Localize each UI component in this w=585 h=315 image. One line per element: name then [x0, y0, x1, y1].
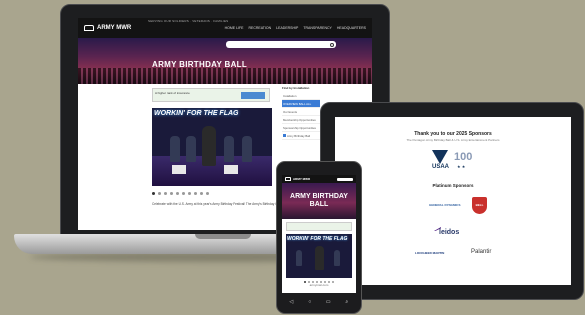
site-navbar: SERVING OUR SOLDIERS · VETERANS · FAMILI… [78, 18, 372, 38]
sidebar-item-overview[interactable]: OVERVIEW BALL ALL [282, 100, 320, 108]
palantir-logo[interactable]: Palantir [471, 249, 491, 255]
topbar-text: SERVING OUR SOLDIERS · VETERANS · FAMILI… [148, 19, 229, 23]
ad-text: A higher rank of insurance [155, 91, 190, 95]
general-dynamics-logo[interactable]: GENERAL DYNAMICS [429, 203, 460, 207]
menu-item[interactable]: HOME LIFE [225, 26, 244, 30]
mobile-footer-text: armymwr.com [309, 283, 329, 287]
installation-select[interactable]: Installation [282, 92, 320, 100]
bell-logo[interactable]: BELL [472, 197, 487, 214]
search-icon[interactable]: ⌕ [343, 300, 351, 305]
site-logo[interactable]: ARMY MWR [84, 25, 131, 31]
usaa-100-text: 100 [454, 151, 473, 163]
carousel-dot[interactable] [152, 192, 155, 195]
mobile-hero: ARMY BIRTHDAY BALL [282, 183, 356, 219]
usaa-logo[interactable]: USAA 100 ★ ★ [432, 150, 476, 172]
singer [202, 126, 216, 166]
sponsors-title: Thank you to our 2025 Sponsors [414, 131, 492, 137]
carousel-dot[interactable] [194, 192, 197, 195]
amp [224, 165, 238, 174]
platinum-title: Platinum Sponsors [432, 183, 474, 188]
menu-item[interactable]: RECREATION [248, 26, 271, 30]
carousel-dot[interactable] [164, 192, 167, 195]
recent-apps-icon[interactable]: ▭ [324, 300, 332, 305]
usaa-stars: ★ ★ [457, 164, 466, 169]
search-input[interactable] [226, 41, 336, 48]
band-member [334, 250, 340, 266]
mobile-ad-banner[interactable] [286, 222, 352, 231]
ad-banner[interactable]: A higher rank of insurance [152, 88, 270, 102]
back-icon[interactable]: ◁ [287, 300, 295, 305]
usaa-text: USAA [432, 164, 450, 170]
page-title: ARMY BIRTHDAY BALL [152, 60, 248, 69]
band-member [296, 250, 302, 266]
menu-item[interactable]: HEADQUARTERS [337, 26, 366, 30]
amp [172, 165, 186, 174]
mobile-navbar: ARMY MWR [282, 175, 356, 183]
band-member [224, 136, 234, 162]
tablet-screen: Thank you to our 2025 Sponsors The Penta… [335, 117, 571, 285]
sidebar: Find by Installation Installation OVERVI… [282, 86, 320, 140]
phone-nav-buttons: ◁ ○ ▭ ⌕ [282, 297, 356, 307]
usaa-eagle-icon [432, 150, 448, 164]
logo-text: ARMY MWR [97, 25, 132, 31]
mobile-search-input[interactable] [337, 177, 353, 181]
band-member [170, 136, 180, 162]
sidebar-item-events[interactable]: Our Events [282, 108, 320, 116]
army-logo-icon [84, 25, 94, 31]
carousel-dot[interactable] [158, 192, 161, 195]
event-description: Celebrate with the U.S. Army at this yea… [152, 202, 281, 206]
carousel-image[interactable]: WORKIN' FOR THE FLAG [152, 108, 272, 186]
mobile-carousel-image[interactable]: WORKIN' FOR THE FLAG [286, 234, 352, 278]
carousel-dot[interactable] [206, 192, 209, 195]
carousel-dot[interactable] [182, 192, 185, 195]
singer [315, 246, 324, 270]
menu-item[interactable]: LEADERSHIP [276, 26, 298, 30]
search-icon[interactable] [330, 42, 334, 47]
menu-item[interactable]: TRANSPARENCY [303, 26, 332, 30]
stage-banner-text: WORKIN' FOR THE FLAG [287, 236, 348, 242]
sidebar-item-membership[interactable]: Membership Opportunities [282, 116, 320, 124]
sidebar-heading: Find by Installation [282, 86, 310, 90]
stage-banner-text: WORKIN' FOR THE FLAG [154, 110, 239, 117]
phone-screen: ARMY MWR ARMY BIRTHDAY BALL WORKIN' FOR … [282, 175, 356, 293]
home-icon[interactable]: ○ [306, 300, 314, 305]
main-menu: HOME LIFE RECREATION LEADERSHIP TRANSPAR… [225, 26, 366, 30]
sidebar-item-sponsorship[interactable]: Sponsorship Opportunities [282, 124, 320, 132]
ad-button[interactable] [241, 92, 265, 99]
sponsors-subtitle: The Pentagon Army Birthday Ball & U.S. A… [406, 138, 500, 142]
carousel-dots [152, 192, 209, 195]
mobile-logo-text[interactable]: ARMY MWR [293, 177, 310, 181]
laptop-notch [195, 234, 251, 239]
lockheed-martin-logo[interactable]: LOCKHEED MARTIN [415, 251, 444, 255]
mobile-page-title: ARMY BIRTHDAY BALL [290, 193, 348, 208]
band-member [242, 136, 252, 162]
hero-banner: ARMY BIRTHDAY BALL [78, 38, 372, 84]
carousel-dot[interactable] [176, 192, 179, 195]
band-member [186, 136, 196, 162]
sidebar-item-birthday-ball[interactable]: Army Birthday Ball [282, 132, 320, 140]
carousel-dot[interactable] [188, 192, 191, 195]
leidos-logo[interactable]: leidos [439, 229, 459, 236]
carousel-dot[interactable] [200, 192, 203, 195]
army-logo-icon [285, 177, 291, 181]
carousel-dot[interactable] [170, 192, 173, 195]
